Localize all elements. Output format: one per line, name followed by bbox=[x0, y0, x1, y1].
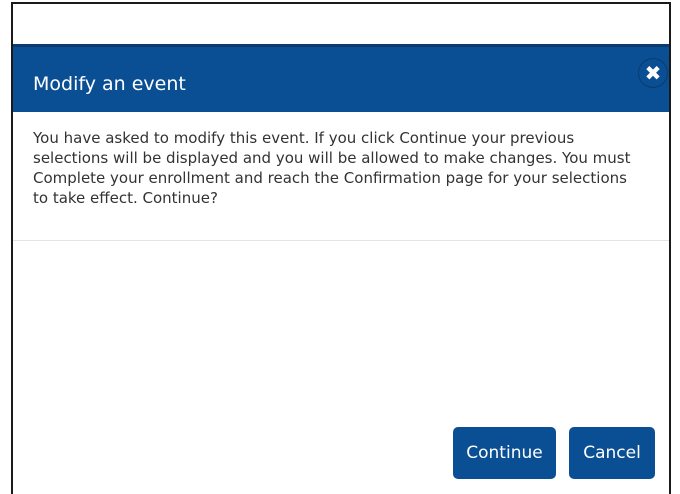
cancel-button[interactable]: Cancel bbox=[569, 427, 655, 479]
close-icon: ✖ bbox=[644, 61, 662, 85]
divider bbox=[13, 240, 669, 241]
dialog-message: You have asked to modify this event. If … bbox=[33, 129, 631, 207]
dialog-header: Modify an event ✖ bbox=[13, 44, 669, 112]
modify-event-dialog: Modify an event ✖ You have asked to modi… bbox=[13, 44, 669, 494]
continue-button[interactable]: Continue bbox=[453, 427, 556, 479]
close-button[interactable]: ✖ bbox=[639, 59, 667, 87]
dialog-title: Modify an event bbox=[33, 73, 186, 95]
